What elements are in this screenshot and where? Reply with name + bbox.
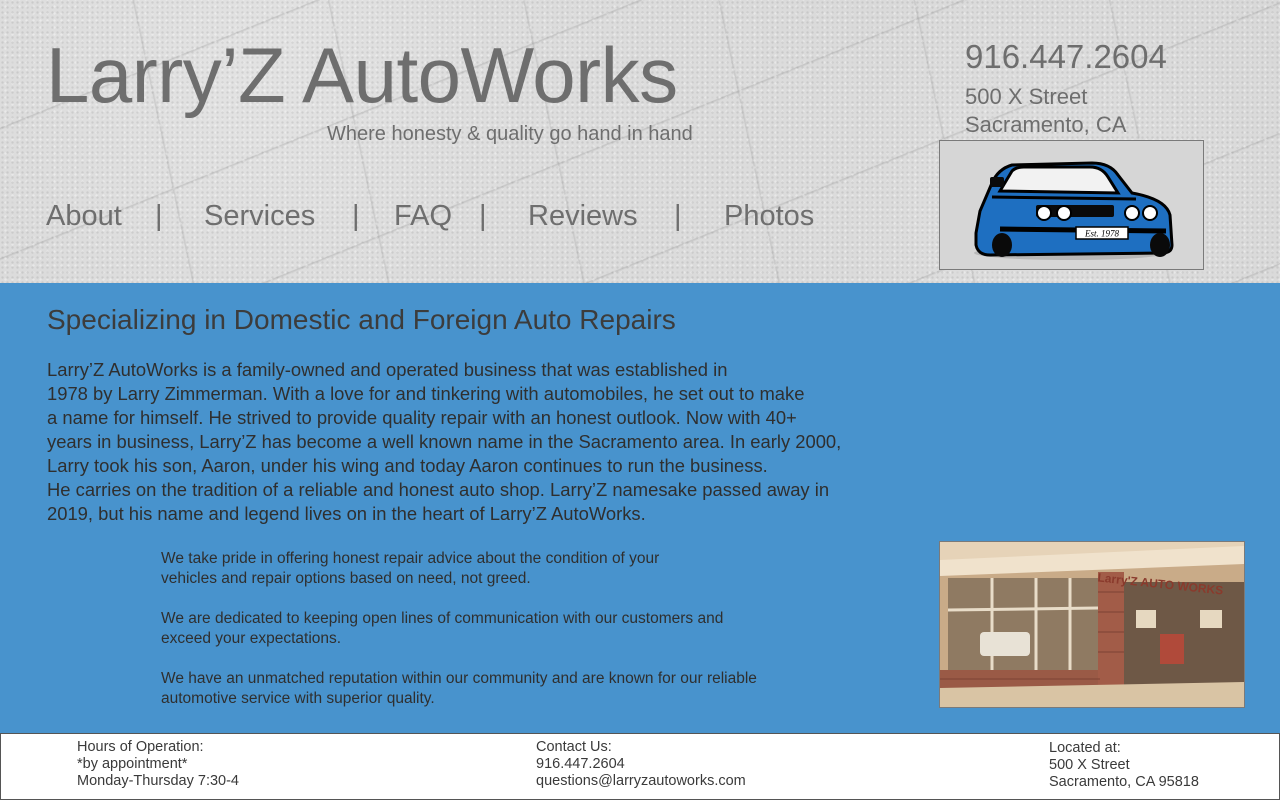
nav-separator: | bbox=[674, 200, 682, 232]
main-content: Specializing in Domestic and Foreign Aut… bbox=[0, 283, 1280, 733]
pledge-list: We take pride in offering honest repair … bbox=[161, 549, 861, 729]
intro-line: Larry took his son, Aaron, under his win… bbox=[47, 455, 768, 476]
footer-location: Located at: 500 X Street Sacramento, CA … bbox=[1049, 740, 1199, 791]
nav-reviews[interactable]: Reviews bbox=[528, 200, 638, 233]
pledge-line: exceed your expectations. bbox=[161, 630, 342, 647]
header-address-city: Sacramento, CA bbox=[965, 112, 1127, 137]
site-header: Larry’Z AutoWorks Where honesty & qualit… bbox=[0, 0, 1280, 283]
nav-separator: | bbox=[479, 200, 487, 232]
pledge-line: We have an unmatched reputation within o… bbox=[161, 670, 757, 687]
pledge-item: We have an unmatched reputation within o… bbox=[161, 669, 861, 709]
intro-paragraph: Larry’Z AutoWorks is a family-owned and … bbox=[47, 358, 927, 526]
pledge-item: We take pride in offering honest repair … bbox=[161, 549, 861, 589]
page-heading: Specializing in Domestic and Foreign Aut… bbox=[47, 304, 676, 335]
pledge-line: automotive service with superior quality… bbox=[161, 690, 435, 707]
nav-about[interactable]: About bbox=[46, 200, 122, 233]
nav-photos[interactable]: Photos bbox=[724, 200, 814, 233]
logo-est-text: Est. 1978 bbox=[1084, 229, 1120, 239]
nav-services[interactable]: Services bbox=[204, 200, 315, 233]
location-street: 500 X Street bbox=[1049, 757, 1130, 773]
pledge-item: We are dedicated to keeping open lines o… bbox=[161, 609, 861, 649]
header-address-street: 500 X Street bbox=[965, 84, 1088, 109]
site-title[interactable]: Larry’Z AutoWorks bbox=[46, 30, 678, 121]
pledge-line: We are dedicated to keeping open lines o… bbox=[161, 610, 724, 627]
location-city: Sacramento, CA 95818 bbox=[1049, 774, 1199, 790]
site-tagline: Where honesty & quality go hand in hand bbox=[327, 123, 693, 145]
location-label: Located at: bbox=[1049, 740, 1121, 756]
nav-separator: | bbox=[352, 200, 360, 232]
intro-line: He carries on the tradition of a reliabl… bbox=[47, 479, 830, 500]
shop-building-image: Larry'Z AUTO WORKS bbox=[940, 542, 1244, 707]
contact-phone[interactable]: 916.447.2604 bbox=[536, 756, 746, 773]
intro-line: years in business, Larry’Z has become a … bbox=[47, 431, 842, 452]
footer-contact: Contact Us: 916.447.2604 questions@larry… bbox=[536, 739, 746, 790]
header-phone[interactable]: 916.447.2604 bbox=[965, 38, 1167, 76]
contact-email[interactable]: questions@larryzautoworks.com bbox=[536, 773, 746, 790]
site-footer: Hours of Operation: *by appointment* Mon… bbox=[0, 733, 1280, 800]
hours-label: Hours of Operation: bbox=[77, 739, 204, 755]
intro-line: a name for himself. He strived to provid… bbox=[47, 407, 797, 428]
hours-note: *by appointment* bbox=[77, 756, 188, 772]
car-logo-icon: Est. 1978 bbox=[974, 161, 1174, 260]
intro-line: 2019, but his name and legend lives on i… bbox=[47, 503, 646, 524]
nav-faq[interactable]: FAQ bbox=[394, 200, 452, 233]
intro-line: 1978 by Larry Zimmerman. With a love for… bbox=[47, 383, 805, 404]
hours-days: Monday-Thursday 7:30-4 bbox=[77, 773, 239, 789]
pledge-line: vehicles and repair options based on nee… bbox=[161, 570, 531, 587]
pledge-line: We take pride in offering honest repair … bbox=[161, 550, 660, 567]
intro-line: Larry’Z AutoWorks is a family-owned and … bbox=[47, 359, 728, 380]
shop-photo: Larry'Z AUTO WORKS bbox=[939, 541, 1245, 708]
footer-hours: Hours of Operation: *by appointment* Mon… bbox=[77, 739, 239, 790]
nav-separator: | bbox=[155, 200, 163, 232]
contact-label: Contact Us: bbox=[536, 739, 612, 755]
car-logo: Est. 1978 bbox=[939, 140, 1204, 270]
